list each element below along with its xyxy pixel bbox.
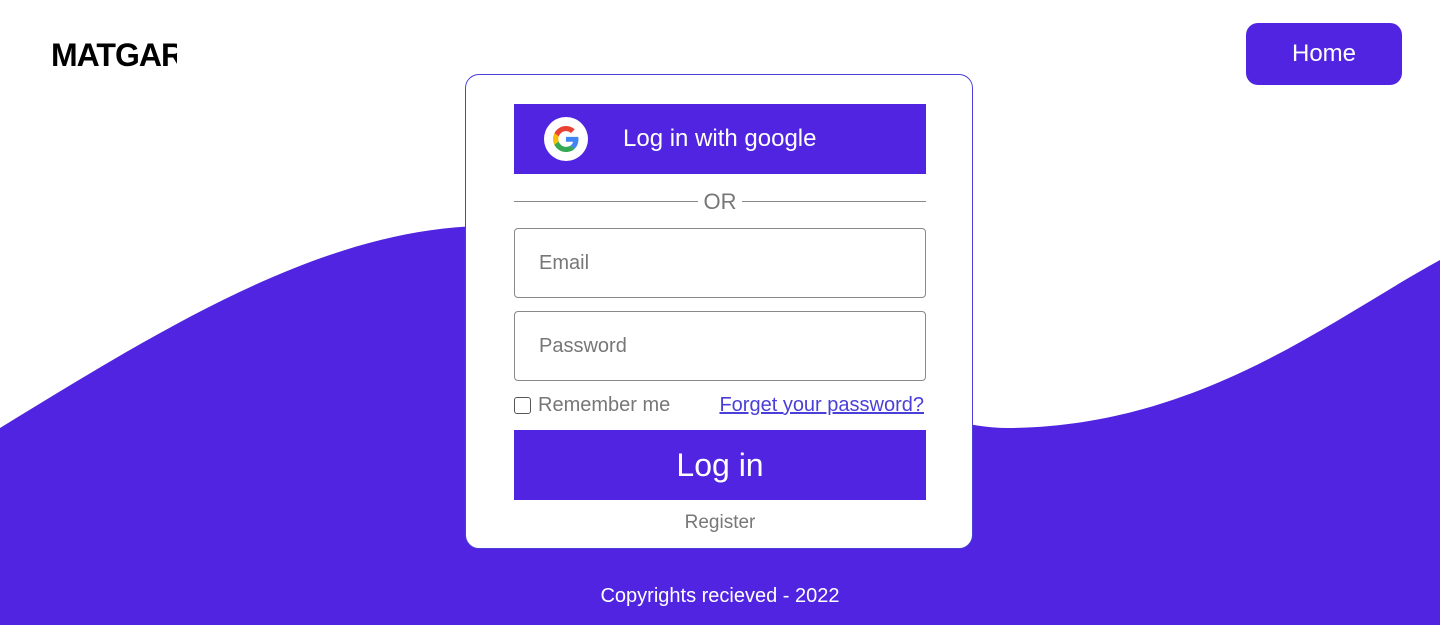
or-text: OR	[703, 189, 737, 214]
login-button[interactable]: Log in	[514, 430, 926, 500]
or-divider: OR	[514, 187, 926, 217]
remember-me: Remember me	[514, 393, 670, 417]
google-login-label: Log in with google	[623, 125, 817, 152]
forgot-password-link[interactable]: Forget your password?	[719, 393, 924, 417]
register-link[interactable]: Register	[466, 511, 974, 535]
login-card: Log in with google OR Remember me Forget…	[465, 74, 973, 549]
home-button[interactable]: Home	[1246, 23, 1402, 85]
divider-line-right	[742, 201, 926, 202]
google-g-icon	[544, 117, 588, 161]
remember-me-label[interactable]: Remember me	[538, 393, 670, 417]
logo-text: MATGAR	[51, 37, 177, 70]
email-input[interactable]	[514, 228, 926, 298]
remember-me-checkbox[interactable]	[514, 396, 531, 414]
footer-copyright: Copyrights recieved - 2022	[600, 585, 840, 607]
matgar-logo[interactable]: MATGAR	[51, 36, 177, 70]
google-login-button[interactable]: Log in with google	[514, 104, 926, 174]
password-input[interactable]	[514, 311, 926, 381]
